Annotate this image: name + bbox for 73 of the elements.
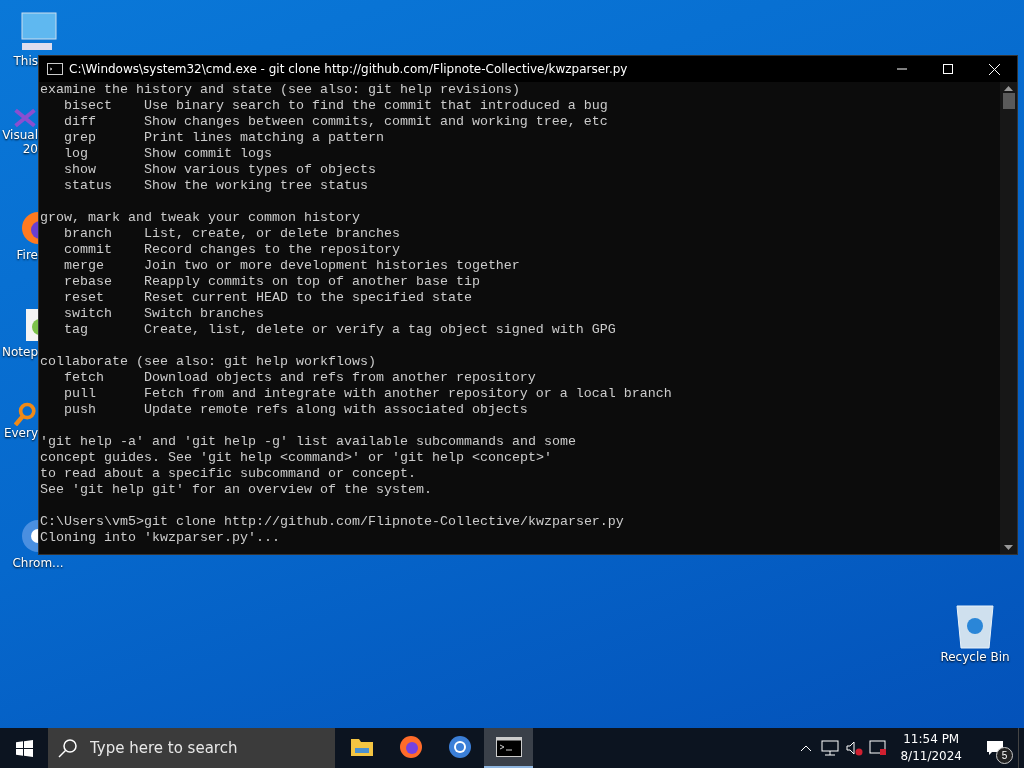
command-name: reset [64, 290, 105, 306]
command-description: Show commit logs [143, 146, 272, 162]
command-name: switch [64, 306, 113, 322]
command-description: Show the working tree status [143, 178, 368, 194]
scrollbar[interactable] [1000, 82, 1017, 554]
magnifier-icon [14, 402, 36, 426]
console-line: concept guides. See 'git help <command>' or 'git help <concept>' [40, 450, 553, 466]
command-name: pull [64, 386, 97, 402]
command-name: push [64, 402, 97, 418]
icon-label: This [13, 54, 38, 68]
minimize-icon [897, 68, 907, 70]
command-name: diff [64, 114, 97, 130]
icon-label: Recycle Bin [940, 650, 1010, 664]
command-name: show [64, 162, 97, 178]
command-name: log [64, 146, 89, 162]
notification-count: 5 [996, 747, 1013, 764]
folder-icon [349, 737, 374, 757]
taskbar-app[interactable] [484, 728, 533, 768]
command-description: Switch branches [143, 306, 264, 322]
search-field[interactable]: Type here to search [48, 728, 335, 768]
scroll-up-icon[interactable] [1004, 86, 1013, 91]
command-description: Record changes to the repository [143, 242, 400, 258]
terminal-icon [495, 737, 522, 757]
console-line: Cloning into 'kwzparser.py'... [40, 530, 281, 546]
command-description: Update remote refs along with associated objects [143, 402, 528, 418]
console-line: grow, mark and tweak your common history [40, 210, 361, 226]
icon-label: Visual [2, 128, 38, 142]
command-name: merge [64, 258, 105, 274]
icon-label: Every [3, 426, 38, 440]
command-name: fetch [64, 370, 105, 386]
command-description: Reapply commits on top of another base tip [143, 274, 480, 290]
console-line: See 'git help git' for an overview of the system. [40, 482, 433, 498]
icon-label: Notep [1, 345, 38, 359]
icon-label: Chrom... [12, 556, 64, 570]
command-name: tag [64, 322, 89, 338]
scroll-thumb[interactable] [1002, 93, 1015, 109]
icon-label: 20 [22, 142, 38, 156]
clock[interactable]: 11:54 PM 8/11/2024 [890, 731, 972, 765]
command-name: branch [64, 226, 113, 242]
command-description: Show various types of objects [143, 162, 376, 178]
command-description: Show changes between commits, commit and working tree, etc [143, 114, 608, 130]
close-icon [988, 63, 1000, 75]
windows-icon [15, 739, 33, 757]
command-description: Join two or more development histories together [143, 258, 520, 274]
command-description: Fetch from and integrate with another repository or a local branch [143, 386, 672, 402]
scroll-down-icon[interactable] [1004, 545, 1013, 550]
console-line: C:\Users\vm5>git clone http://github.com/Flipnote-Collective/kwzparser.py [40, 514, 625, 530]
icon-label: Fire [16, 248, 38, 262]
notification-button[interactable]: 5 [972, 728, 1018, 768]
command-name: rebase [64, 274, 113, 290]
command-description: List, create, or delete branches [143, 226, 400, 242]
console-line: collaborate (see also: git help workflows) [40, 354, 377, 370]
command-name: status [64, 178, 113, 194]
command-description: Create, list, delete or verify a tag object signed with GPG [143, 322, 616, 338]
firefox-icon [398, 735, 423, 759]
search-icon [58, 738, 78, 758]
console-line: 'git help -a' and 'git help -g' list available subcommands and some [40, 434, 577, 450]
command-description: Use binary search to find the commit that introduced a bug [143, 98, 608, 114]
command-description: Download objects and refs from another repository [143, 370, 536, 386]
caret-icon [800, 744, 813, 752]
command-description: Reset current HEAD to the specified state [143, 290, 472, 306]
console-line: to read about a specific subcommand or concept. [40, 466, 417, 482]
chrome-icon [447, 735, 472, 759]
command-name: commit [64, 242, 113, 258]
recycle-bin-icon [953, 602, 997, 650]
command-name: grep [64, 130, 97, 146]
terminal-icon [47, 63, 63, 75]
window-title: C:\Windows\system32\cmd.exe - git clone http://github.com/Flipnote-Collective/kwzparser.py [69, 62, 629, 76]
command-description: Print lines matching a pattern [143, 130, 384, 146]
search-input[interactable]: Type here to search [88, 738, 335, 758]
maximize-icon [943, 64, 953, 74]
console-line: examine the history and state (see also: git help revisions) [40, 82, 521, 98]
command-name: bisect [64, 98, 113, 114]
